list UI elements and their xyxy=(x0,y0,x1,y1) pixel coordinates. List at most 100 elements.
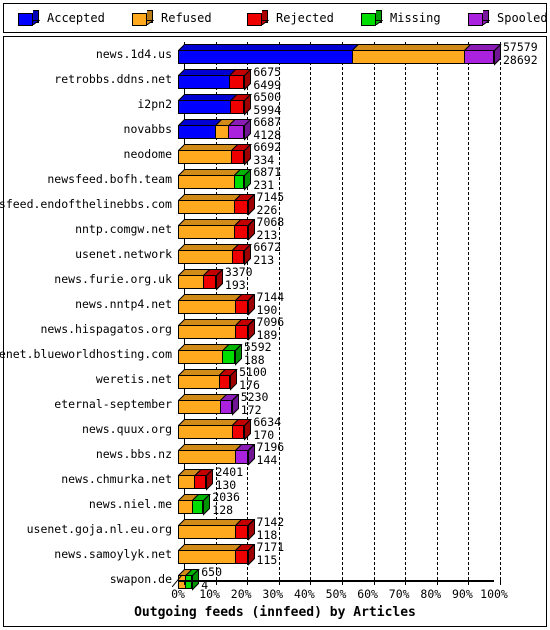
bar-segment-accepted[interactable] xyxy=(178,100,231,114)
stacked-bar[interactable] xyxy=(178,369,238,391)
bar-segment-refused[interactable] xyxy=(178,375,219,389)
bar-segment-refused[interactable] xyxy=(178,500,192,514)
stacked-bar[interactable] xyxy=(178,119,253,141)
bar-value-top: 7142 xyxy=(256,515,285,529)
bar-segment-refused[interactable] xyxy=(178,275,204,289)
bar-value-labels: 7145 226 xyxy=(257,191,285,216)
bar-segment-refused[interactable] xyxy=(215,125,229,139)
bar-track: 7068 213 xyxy=(178,216,494,242)
stacked-bar[interactable] xyxy=(178,394,240,416)
stacked-bar[interactable] xyxy=(178,344,243,366)
bar-segment-rejected[interactable] xyxy=(235,525,248,539)
bar-segment-rejected[interactable] xyxy=(203,275,216,289)
bar-segment-refused[interactable] xyxy=(178,475,195,489)
bar-track: 5230 172 xyxy=(178,391,494,417)
bar-row: news.niel.me 2036 128 xyxy=(4,490,546,517)
bar-track: 5592 188 xyxy=(178,341,494,367)
bar-segment-rejected[interactable] xyxy=(234,225,248,239)
stacked-bar[interactable] xyxy=(178,294,256,316)
bar-segment-refused[interactable] xyxy=(178,400,220,414)
bar-segment-refused[interactable] xyxy=(351,50,464,64)
bar-segment-refused[interactable] xyxy=(178,200,235,214)
stacked-bar[interactable] xyxy=(178,244,253,266)
bar-value-top: 6672 xyxy=(253,240,282,254)
stacked-bar[interactable] xyxy=(178,144,253,166)
bar-segment-rejected[interactable] xyxy=(235,550,248,564)
stacked-bar[interactable] xyxy=(178,544,256,566)
bar-side-face xyxy=(203,494,211,516)
bar-segment-refused[interactable] xyxy=(178,550,235,564)
bar-value-top: 2036 xyxy=(212,490,240,504)
bar-segment-refused[interactable] xyxy=(178,350,223,364)
stacked-bar[interactable] xyxy=(178,444,256,466)
stacked-bar[interactable] xyxy=(178,194,256,216)
stacked-bar[interactable] xyxy=(178,469,215,491)
bar-segment-refused[interactable] xyxy=(178,250,232,264)
bar-segment-rejected[interactable] xyxy=(235,325,248,339)
bar-row: news.samoylyk.net 7171 115 xyxy=(4,541,546,567)
bar-row-label: usenet.blueworldhosting.com xyxy=(0,347,172,361)
bar-segment-refused[interactable] xyxy=(178,425,232,439)
bar-segment-spooled[interactable] xyxy=(235,450,248,464)
bar-segment-missing[interactable] xyxy=(233,175,245,189)
stacked-bar[interactable] xyxy=(178,319,256,341)
bar-segment-missing[interactable] xyxy=(185,575,193,589)
stacked-bar[interactable] xyxy=(178,494,211,516)
bar-side-face xyxy=(247,544,255,566)
bar-value-labels: 6871 231 xyxy=(253,166,281,191)
bar-segment-rejected[interactable] xyxy=(218,375,231,389)
cube-icon xyxy=(245,10,270,26)
bar-segment-missing[interactable] xyxy=(222,350,235,364)
bar-segment-refused[interactable] xyxy=(178,175,234,189)
bar-segment-rejected[interactable] xyxy=(194,475,207,489)
bar-segment-refused[interactable] xyxy=(178,325,235,339)
bar-row: news.1d4.us 57579 28692 xyxy=(4,41,546,67)
bar-value-top: 6675 xyxy=(253,65,282,79)
bar-segment-spooled[interactable] xyxy=(219,400,232,414)
bar-segment-spooled[interactable] xyxy=(463,50,494,64)
bar-side-face xyxy=(244,144,252,166)
bar-value-top: 7196 xyxy=(256,440,285,454)
stacked-bar[interactable] xyxy=(178,169,253,191)
bar-side-face xyxy=(247,294,255,316)
x-axis-tick-label: 70% xyxy=(388,587,410,601)
bar-row: neodome 6692 334 xyxy=(4,141,546,167)
bar-segment-rejected[interactable] xyxy=(231,250,245,264)
bar-value-top: 7145 xyxy=(256,190,285,204)
bar-track: 7096 189 xyxy=(178,316,494,342)
legend-label: Accepted xyxy=(47,11,105,25)
axis-depth-edge xyxy=(172,575,182,587)
bar-value-labels: 7144 190 xyxy=(257,291,285,316)
stacked-bar[interactable] xyxy=(178,219,256,241)
bar-value-labels: 6687 4128 xyxy=(253,116,281,141)
bar-track: 7142 118 xyxy=(178,515,494,542)
bar-segment-accepted[interactable] xyxy=(178,125,216,139)
legend-item-spooled: Spooled xyxy=(466,4,548,32)
stacked-bar[interactable] xyxy=(178,94,253,116)
x-axis-tick-label: 0% xyxy=(171,587,185,601)
bar-segment-rejected[interactable] xyxy=(234,200,248,214)
bar-segment-rejected[interactable] xyxy=(235,300,248,314)
stacked-bar[interactable] xyxy=(178,69,253,91)
bar-segment-refused[interactable] xyxy=(178,150,232,164)
bar-segment-refused[interactable] xyxy=(178,225,235,239)
bar-segment-rejected[interactable] xyxy=(231,425,245,439)
bar-segment-missing[interactable] xyxy=(191,500,204,514)
bar-segment-refused[interactable] xyxy=(178,450,235,464)
bar-segment-rejected[interactable] xyxy=(231,150,245,164)
bar-segment-accepted[interactable] xyxy=(178,50,352,64)
bar-segment-rejected[interactable] xyxy=(230,100,245,114)
stacked-bar[interactable] xyxy=(178,519,256,541)
stacked-bar[interactable] xyxy=(178,44,502,66)
bar-segment-refused[interactable] xyxy=(178,300,235,314)
cube-icon xyxy=(130,10,155,26)
stacked-bar[interactable] xyxy=(178,419,253,441)
stacked-bar[interactable] xyxy=(178,269,224,291)
bar-segment-rejected[interactable] xyxy=(229,75,245,89)
bar-track: 6500 5994 xyxy=(178,91,494,117)
bar-track: 7144 190 xyxy=(178,291,494,317)
bar-row: news.nntp4.net 7144 190 xyxy=(4,291,546,317)
bar-segment-refused[interactable] xyxy=(178,525,235,539)
bar-segment-spooled[interactable] xyxy=(228,125,245,139)
bar-segment-accepted[interactable] xyxy=(178,75,230,89)
